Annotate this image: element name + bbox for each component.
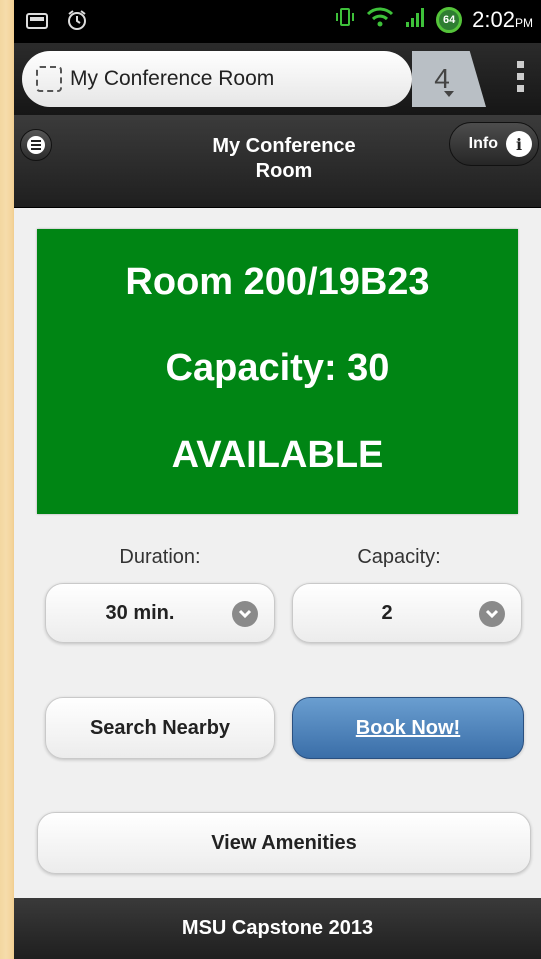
duration-select[interactable]: 30 min. [45,583,275,643]
clock-ampm: PM [515,15,533,30]
clock-time: 2:02 [472,6,515,32]
sd-card-icon [24,8,50,32]
duration-label: Duration: [119,546,201,568]
overflow-menu-icon[interactable] [517,61,525,92]
info-label: Info [468,135,498,152]
vibrate-icon [334,6,356,33]
room-status-panel: Room 200/19B23 Capacity: 30 AVAILABLE [37,229,518,514]
tabs-button[interactable]: 4 [412,51,486,107]
page-placeholder-icon [36,66,62,92]
page-title: My Conference Room [164,134,404,184]
info-button[interactable]: Info i [449,122,539,166]
hamburger-icon [27,136,45,154]
room-capacity: Capacity: 30 [165,347,390,389]
capacity-label: Capacity: [357,546,441,568]
phone-screen: 64 2:02PM My Conference Room 4 My Confer… [14,0,541,959]
info-icon: i [506,131,532,157]
capacity-select[interactable]: 2 [292,583,522,643]
page-title-line1: My Conference [212,135,356,157]
page-title-line2: Room [255,160,313,182]
signal-icon [404,6,426,33]
book-now-button[interactable]: Book Now! [292,697,524,759]
url-bar[interactable]: My Conference Room [22,51,412,107]
footer: MSU Capstone 2013 [14,898,541,959]
status-clock: 2:02PM [472,7,533,33]
browser-bar: My Conference Room 4 [14,43,541,115]
tab-count-indicator-icon [444,91,454,97]
room-availability: AVAILABLE [171,434,384,476]
chevron-down-icon [232,601,258,627]
search-nearby-button[interactable]: Search Nearby [45,697,275,759]
alarm-clock-icon [64,8,90,32]
wifi-icon [366,6,394,33]
status-bar: 64 2:02PM [14,0,541,43]
footer-text: MSU Capstone 2013 [181,917,374,939]
menu-button[interactable] [20,129,52,161]
duration-value: 30 min. [105,601,175,624]
room-name: Room 200/19B23 [125,261,430,303]
view-amenities-button[interactable]: View Amenities [37,812,531,874]
capacity-value: 2 [381,601,393,624]
url-bar-title: My Conference Room [70,67,275,90]
battery-icon: 64 [436,6,463,33]
chevron-down-icon [479,601,505,627]
app-header: My Conference Room Info i [14,115,541,208]
